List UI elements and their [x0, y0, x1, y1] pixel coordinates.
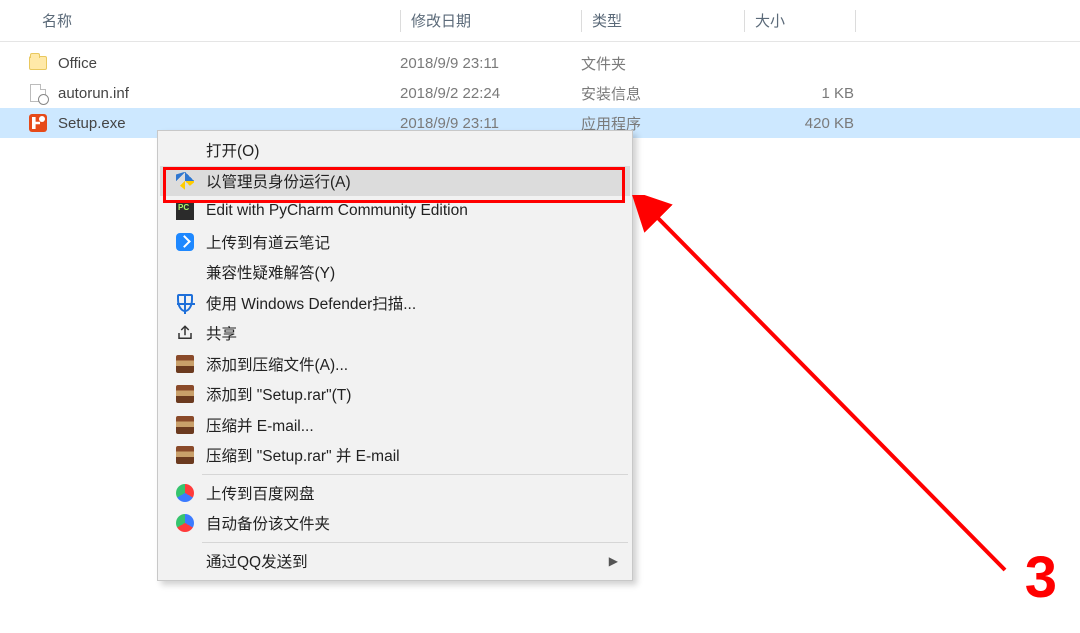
file-date: 2018/9/2 22:24 [400, 85, 581, 102]
menu-pycharm-edit[interactable]: Edit with PyCharm Community Edition [160, 196, 630, 227]
file-date: 2018/9/9 23:11 [400, 115, 581, 132]
defender-icon [174, 292, 196, 314]
share-icon [174, 322, 196, 344]
context-menu: 打开(O) 以管理员身份运行(A) Edit with PyCharm Comm… [157, 130, 633, 581]
file-size: 1 KB [744, 85, 854, 102]
blank-icon [174, 550, 196, 572]
menu-run-as-admin[interactable]: 以管理员身份运行(A) [160, 166, 630, 197]
menu-baidu-upload[interactable]: 上传到百度网盘 [160, 478, 630, 509]
menu-rar-email-to[interactable]: 压缩到 "Setup.rar" 并 E-mail [160, 440, 630, 471]
folder-icon [28, 53, 48, 73]
file-size: 420 KB [744, 115, 854, 132]
baidu-pan-icon [174, 512, 196, 534]
file-name: Office [58, 55, 97, 72]
menu-rar-addto[interactable]: 添加到 "Setup.rar"(T) [160, 379, 630, 410]
menu-rar-add[interactable]: 添加到压缩文件(A)... [160, 349, 630, 380]
exe-file-icon [28, 113, 48, 133]
file-row-office[interactable]: Office 2018/9/9 23:11 文件夹 [0, 48, 1080, 78]
youdao-icon [174, 231, 196, 253]
file-type: 安装信息 [581, 83, 744, 104]
column-header-name[interactable]: 名称 [0, 10, 400, 31]
menu-youdao-upload[interactable]: 上传到有道云笔记 [160, 227, 630, 258]
winrar-icon [174, 383, 196, 405]
inf-file-icon [28, 83, 48, 103]
blank-icon [174, 139, 196, 161]
blank-icon [174, 261, 196, 283]
column-header-date[interactable]: 修改日期 [401, 10, 581, 31]
winrar-icon [174, 414, 196, 436]
file-list-header: 名称 修改日期 类型 大小 [0, 0, 1080, 42]
menu-separator [202, 542, 628, 543]
menu-share[interactable]: 共享 [160, 318, 630, 349]
baidu-pan-icon [174, 482, 196, 504]
menu-separator [202, 474, 628, 475]
shield-icon [174, 170, 196, 192]
menu-qq-send[interactable]: 通过QQ发送到 ▶ [160, 546, 630, 577]
pycharm-icon [174, 200, 196, 222]
file-date: 2018/9/9 23:11 [400, 55, 581, 72]
column-header-type[interactable]: 类型 [582, 10, 744, 31]
winrar-icon [174, 353, 196, 375]
file-name: autorun.inf [58, 85, 129, 102]
winrar-icon [174, 444, 196, 466]
menu-open[interactable]: 打开(O) [160, 135, 630, 166]
submenu-arrow-icon: ▶ [609, 554, 618, 568]
column-header-size[interactable]: 大小 [745, 10, 855, 31]
menu-compat-troubleshoot[interactable]: 兼容性疑难解答(Y) [160, 257, 630, 288]
menu-defender-scan[interactable]: 使用 Windows Defender扫描... [160, 288, 630, 319]
annotation-step-number: 3 [1025, 544, 1057, 611]
file-row-autorun[interactable]: autorun.inf 2018/9/2 22:24 安装信息 1 KB [0, 78, 1080, 108]
file-name: Setup.exe [58, 115, 126, 132]
menu-rar-email[interactable]: 压缩并 E-mail... [160, 410, 630, 441]
file-type: 文件夹 [581, 53, 744, 74]
menu-baidu-auto-backup[interactable]: 自动备份该文件夹 [160, 508, 630, 539]
annotation-arrow [625, 195, 1035, 590]
